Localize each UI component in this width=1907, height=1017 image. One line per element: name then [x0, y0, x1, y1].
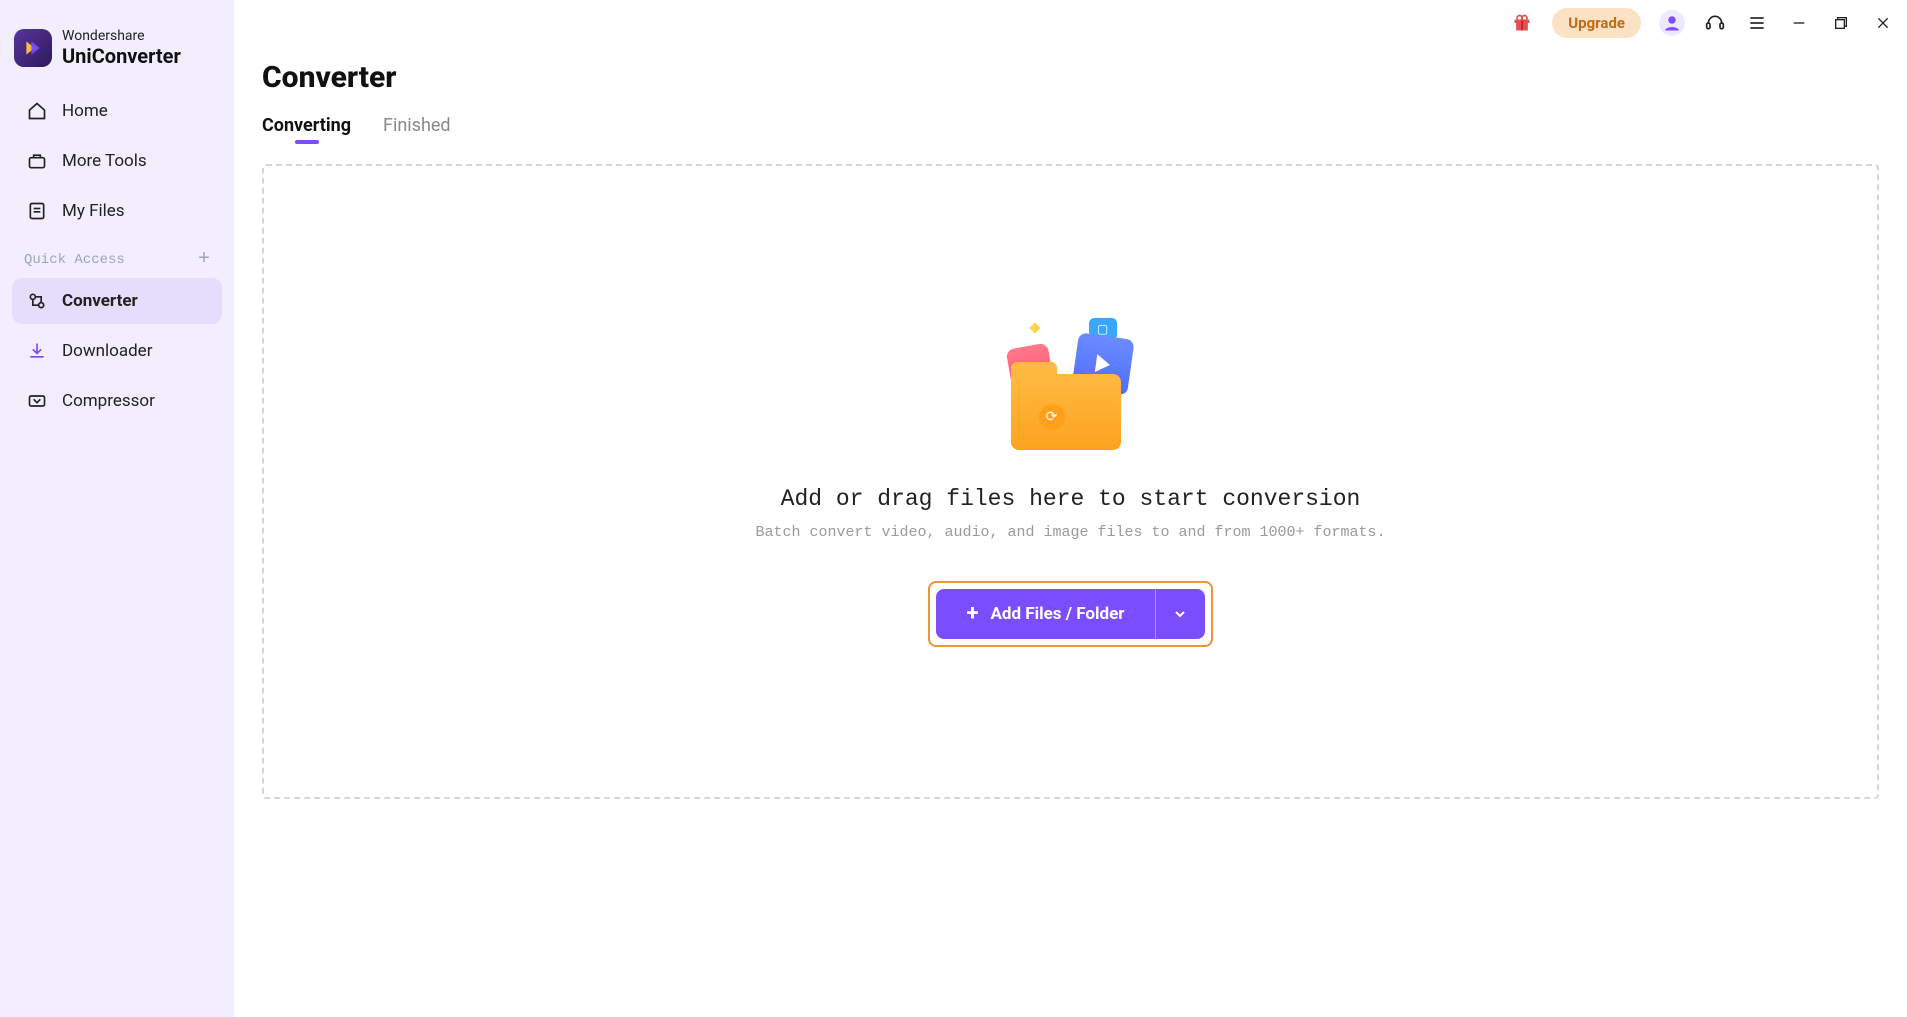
compressor-icon [26, 390, 48, 412]
sidebar-item-downloader[interactable]: Downloader [12, 328, 222, 374]
quick-access-label: Quick Access [24, 252, 125, 268]
sidebar-item-label: Downloader [62, 341, 152, 361]
sidebar-item-my-files[interactable]: My Files [12, 188, 222, 234]
drop-title: Add or drag files here to start conversi… [781, 486, 1361, 512]
sidebar-item-label: My Files [62, 201, 125, 221]
page-title: Converter [262, 60, 1879, 95]
upgrade-button[interactable]: Upgrade [1552, 8, 1641, 38]
converter-icon [26, 290, 48, 312]
sidebar-item-more-tools[interactable]: More Tools [12, 138, 222, 184]
brand-bottom: UniConverter [62, 44, 181, 68]
add-files-group: + Add Files / Folder [928, 581, 1212, 647]
app-logo: Wondershare UniConverter [0, 20, 234, 88]
sidebar-item-label: Home [62, 101, 108, 121]
support-icon[interactable] [1703, 11, 1727, 35]
file-icon [26, 200, 48, 222]
brand-top: Wondershare [62, 28, 181, 44]
sidebar-item-label: More Tools [62, 151, 147, 171]
tab-finished[interactable]: Finished [383, 115, 451, 144]
quick-access-header: Quick Access + [0, 234, 234, 278]
logo-mark-icon [14, 29, 52, 67]
window-maximize-button[interactable] [1829, 11, 1853, 35]
titlebar: Upgrade [234, 0, 1907, 40]
drop-illustration-icon: ▢ ♪ ⟳ [1001, 316, 1141, 456]
add-files-button[interactable]: + Add Files / Folder [936, 589, 1154, 639]
primary-nav: Home More Tools My Files [0, 88, 234, 234]
window-minimize-button[interactable] [1787, 11, 1811, 35]
sidebar: Wondershare UniConverter Home More Tools… [0, 0, 234, 1017]
toolbox-icon [26, 150, 48, 172]
sidebar-item-compressor[interactable]: Compressor [12, 378, 222, 424]
menu-icon[interactable] [1745, 11, 1769, 35]
drop-zone[interactable]: ▢ ♪ ⟳ Add or drag files here to start co… [262, 164, 1879, 799]
add-quick-access-button[interactable]: + [198, 250, 210, 270]
main-area: Upgrade Converter Converting Finished [234, 0, 1907, 1017]
window-close-button[interactable] [1871, 11, 1895, 35]
tab-converting[interactable]: Converting [262, 115, 351, 144]
user-avatar[interactable] [1659, 10, 1685, 36]
home-icon [26, 100, 48, 122]
tabs: Converting Finished [262, 115, 1879, 144]
sidebar-item-label: Compressor [62, 391, 155, 411]
download-icon [26, 340, 48, 362]
plus-icon: + [966, 603, 978, 625]
sidebar-item-label: Converter [62, 291, 138, 311]
chevron-down-icon [1172, 606, 1188, 622]
logo-text: Wondershare UniConverter [62, 28, 181, 68]
sidebar-item-converter[interactable]: Converter [12, 278, 222, 324]
add-files-dropdown-button[interactable] [1155, 589, 1205, 639]
sidebar-item-home[interactable]: Home [12, 88, 222, 134]
quick-access-nav: Converter Downloader Compressor [0, 278, 234, 424]
drop-subtitle: Batch convert video, audio, and image fi… [755, 524, 1385, 541]
content: Converter Converting Finished ▢ ♪ ⟳ Add … [234, 40, 1907, 799]
add-files-label: Add Files / Folder [990, 604, 1124, 624]
gift-icon[interactable] [1510, 11, 1534, 35]
